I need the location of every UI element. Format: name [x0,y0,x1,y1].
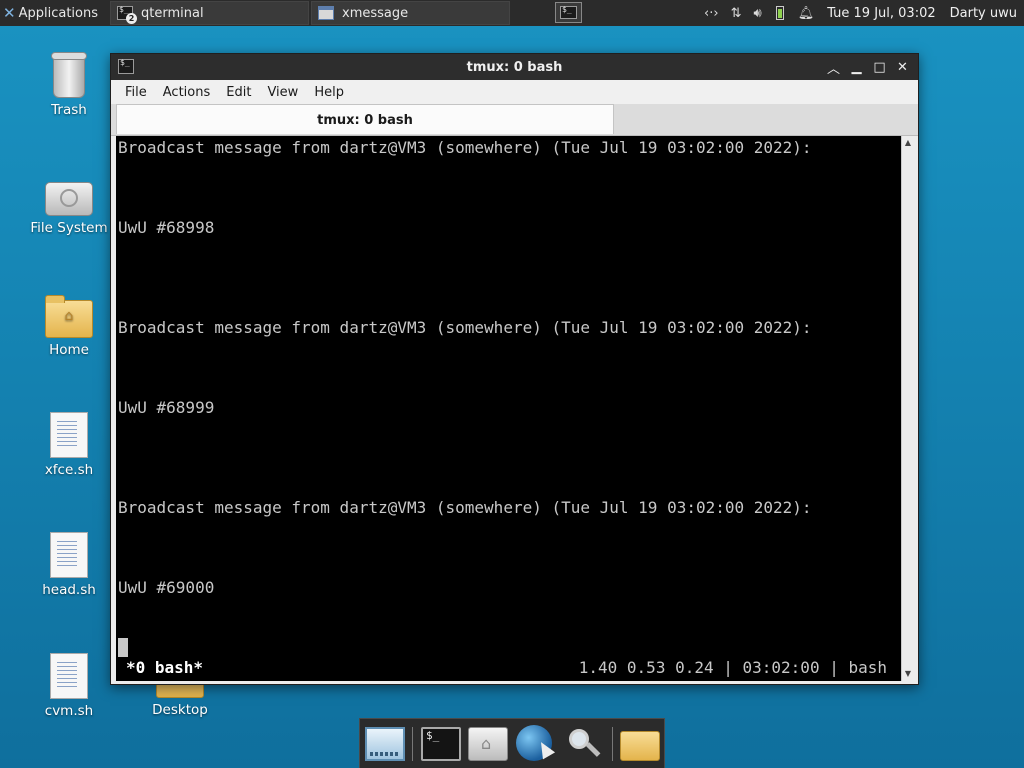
window-controls: ︿ ▁ □ ✕ [822,54,914,80]
battery-icon[interactable] [775,6,784,20]
top-panel: ✕ Applications 2 qterminal xmessage ‹·› … [0,0,1024,26]
task-label: qterminal [141,5,204,21]
desktop-icon-head-sh[interactable]: head.sh [24,530,114,598]
terminal-icon [560,5,577,19]
home-folder-icon: ⌂ [45,295,93,338]
qterminal-window: tmux: 0 bash ︿ ▁ □ ✕ File Actions Edit V… [110,53,919,685]
transfer-icon[interactable]: ⇅ [731,6,742,21]
task-qterminal[interactable]: 2 qterminal [110,1,309,25]
desktop-icon-label: File System [30,220,108,236]
web-browser-icon[interactable] [516,725,552,761]
task-xmessage[interactable]: xmessage [311,1,510,25]
terminal-output[interactable]: Broadcast message from dartz@VM3 (somewh… [116,136,901,681]
folder-icon[interactable] [620,731,660,761]
menu-help[interactable]: Help [306,85,352,100]
desktop-icon-label: xfce.sh [44,462,94,478]
scroll-down-icon[interactable]: ▼ [902,668,914,680]
dock-separator [412,727,413,761]
desktop-icon-label: Desktop [152,702,208,718]
desktop-icon-home[interactable]: ⌂ Home [24,292,114,358]
desktop-icon-label: Trash [51,102,87,118]
trash-icon [51,52,87,98]
script-file-icon [50,412,88,458]
bottom-dock: $_ [359,718,665,768]
menu-view[interactable]: View [259,85,306,100]
desktop-icon-xfce-sh[interactable]: xfce.sh [24,410,114,478]
search-icon[interactable] [565,727,605,761]
workspace-pager[interactable] [555,2,582,23]
desktop-icon-label: cvm.sh [44,703,94,719]
menu-edit[interactable]: Edit [218,85,259,100]
applications-menu[interactable]: ✕ Applications [0,0,98,26]
menu-actions[interactable]: Actions [155,85,219,100]
terminal-line: UwU #68998 [118,218,215,237]
tmux-window-list: *0 bash* [126,658,204,677]
minimize-icon[interactable]: ▁ [845,60,868,75]
network-icon[interactable]: ‹·› [704,6,719,21]
volume-icon[interactable]: 🔊︎ [753,6,761,21]
terminal-line: Broadcast message from dartz@VM3 (somewh… [118,318,812,337]
xfce-logo-icon: ✕ [3,4,16,22]
close-icon[interactable]: ✕ [891,60,914,75]
task-label: xmessage [342,5,409,21]
window-titlebar[interactable]: tmux: 0 bash ︿ ▁ □ ✕ [111,54,918,80]
window-title: tmux: 0 bash [466,60,563,75]
maximize-icon[interactable]: □ [868,60,891,75]
terminal-scrollbar[interactable]: ▲ ▼ [901,136,914,681]
terminal-line: Broadcast message from dartz@VM3 (somewh… [118,138,812,157]
tab-bar: tmux: 0 bash [111,104,918,136]
text-cursor [118,638,128,657]
home-icon[interactable] [468,727,508,761]
dock-separator [612,727,613,761]
terminal-line: UwU #68999 [118,398,215,417]
desktop-icon-file-system[interactable]: File System [24,172,114,236]
script-file-icon [50,653,88,699]
user-menu[interactable]: Darty uwu [950,6,1017,21]
desktop-icon-cvm-sh[interactable]: cvm.sh [24,651,114,719]
shade-icon[interactable]: ︿ [822,58,845,77]
tab-tmux-bash[interactable]: tmux: 0 bash [116,104,614,134]
menu-file[interactable]: File [117,85,155,100]
window-icon [318,6,334,20]
terminal-icon: 2 [117,5,137,24]
desktop-icon-label: head.sh [42,582,96,598]
notification-bell-icon[interactable]: 🔔︎ [798,6,815,21]
terminal-icon[interactable]: $_ [421,727,461,761]
drive-icon [45,182,93,216]
menu-bar: File Actions Edit View Help [111,80,918,104]
tmux-status-right: 1.40 0.53 0.24 | 03:02:00 | bash [578,658,887,677]
terminal-line: Broadcast message from dartz@VM3 (somewh… [118,498,812,517]
scroll-up-icon[interactable]: ▲ [902,137,914,149]
applications-label: Applications [18,5,98,21]
desktop-icon-label: Home [49,342,89,358]
show-desktop-icon[interactable] [365,727,405,761]
desktop-icon-trash[interactable]: Trash [24,52,114,118]
terminal-line: UwU #69000 [118,578,215,597]
window-count-badge: 2 [126,13,137,24]
script-file-icon [50,532,88,578]
system-tray: ‹·› ⇅ 🔊︎ 🔔︎ Tue 19 Jul, 03:02 Darty uwu [698,0,1024,26]
clock[interactable]: Tue 19 Jul, 03:02 [827,6,935,21]
